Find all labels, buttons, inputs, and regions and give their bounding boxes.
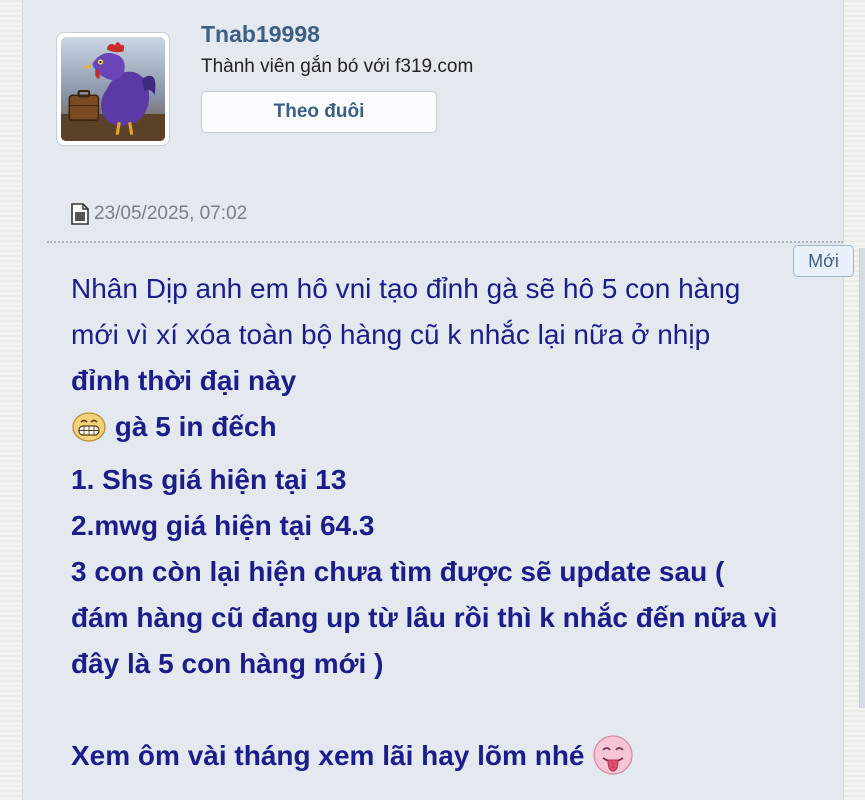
post-line-emoji: Xem ôm vài tháng xem lãi hay lõm nhé	[71, 733, 831, 786]
post-line: đám hàng cũ đang up từ lâu rồi thì k nhắ…	[71, 602, 778, 633]
post-body: Nhân Dịp anh em hô vni tạo đỉnh gà sẽ hô…	[71, 266, 831, 786]
post-line-emoji: gà 5 in đếch	[71, 404, 831, 457]
new-badge: Mới	[793, 245, 854, 277]
avatar[interactable]	[56, 32, 170, 146]
user-title: Thành viên gắn bó với f319.com	[201, 56, 474, 77]
post-meta: 23/05/2025, 07:02	[71, 203, 247, 225]
post-line: 2.mwg giá hiện tại 64.3	[71, 510, 375, 541]
post-line: đây là 5 con hàng mới )	[71, 648, 384, 679]
follow-button[interactable]: Theo đuôi	[201, 91, 437, 133]
document-icon	[71, 203, 89, 225]
post-line: Xem ôm vài tháng xem lãi hay lõm nhé	[71, 740, 585, 771]
post-card: Tnab19998 Thành viên gắn bó với f319.com…	[22, 0, 854, 800]
post-line: 3 con còn lại hiện chưa tìm được sẽ upda…	[71, 556, 725, 587]
username[interactable]: Tnab19998	[201, 21, 320, 48]
divider	[47, 241, 843, 243]
tongue-emoji-icon	[592, 734, 634, 786]
post-line: gà 5 in đếch	[114, 411, 277, 442]
post-line: Nhân Dịp anh em hô vni tạo đỉnh gà sẽ hô…	[71, 273, 741, 304]
post-date[interactable]: 23/05/2025, 07:02	[94, 203, 247, 225]
scrollbar[interactable]	[859, 248, 865, 708]
post-line: đỉnh thời đại này	[71, 365, 297, 396]
post-line: 1. Shs giá hiện tại 13	[71, 464, 347, 495]
grin-emoji-icon	[71, 411, 107, 457]
post-line: mới vì xí xóa toàn bộ hàng cũ k nhắc lại…	[71, 319, 711, 350]
rooster-avatar-image	[61, 37, 165, 141]
